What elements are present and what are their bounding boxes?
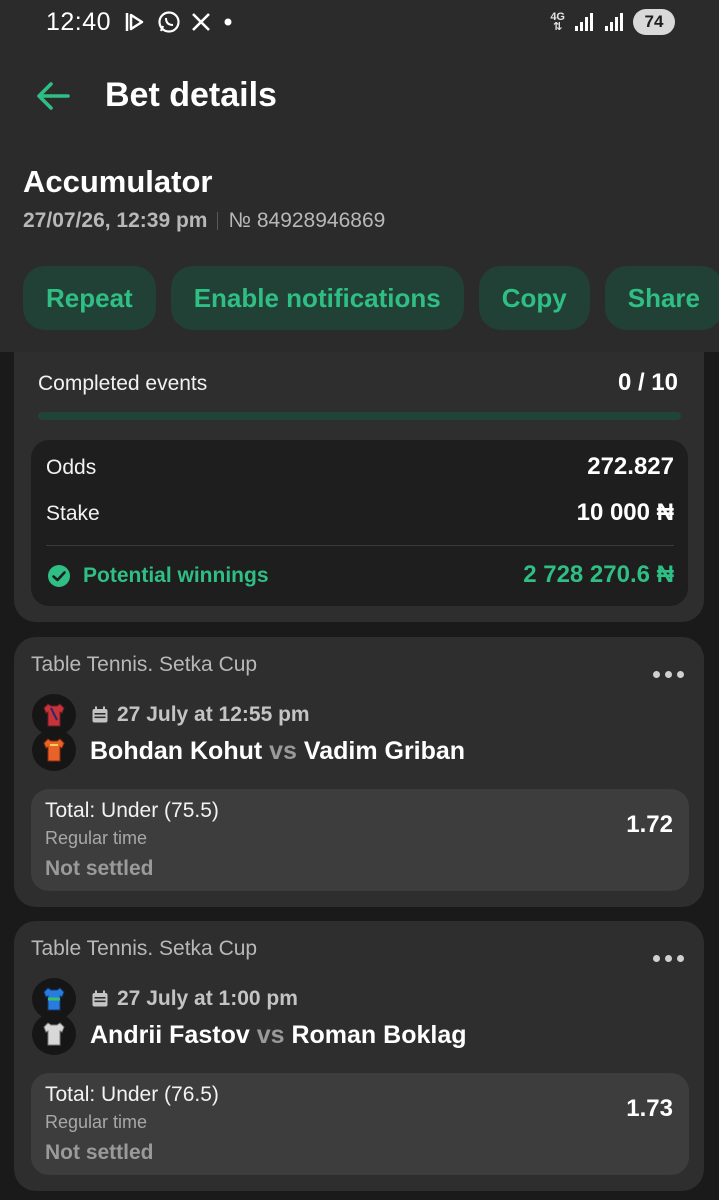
page-title: Bet details (105, 76, 277, 114)
event-date: 27 July at 1:00 pm (91, 987, 298, 1011)
enable-notifications-button[interactable]: Enable notifications (170, 266, 464, 330)
event-date: 27 July at 12:55 pm (91, 703, 310, 727)
app-notification-icon (125, 13, 144, 31)
potential-winnings-value: 2 728 270.6 ₦ (523, 561, 674, 588)
odds-divider (46, 545, 674, 546)
signal-icon-2 (605, 13, 623, 31)
market-name: Total: Under (76.5) (45, 1083, 219, 1106)
event-teams: Andrii Fastov vs Roman Boklag (90, 1021, 467, 1050)
home-team: Andrii Fastov (90, 1021, 250, 1049)
market-box: Total: Under (76.5) Regular time Not set… (31, 1073, 689, 1175)
away-team: Vadim Griban (303, 737, 466, 765)
away-jersey-icon (32, 729, 76, 771)
header-panel: 12:40 4G ⇅ 74 Bet details Accumulator 27… (0, 0, 719, 352)
market-period: Regular time (45, 828, 148, 848)
away-team: Roman Boklag (291, 1021, 467, 1049)
share-button[interactable]: Share (604, 266, 719, 330)
selection-odds: 1.73 (626, 1095, 673, 1122)
selection-odds: 1.72 (626, 811, 673, 838)
bet-number: № 84928946869 (228, 209, 386, 232)
whatsapp-icon (158, 11, 180, 33)
calendar-icon (92, 706, 108, 723)
network-type-label: 4G (550, 11, 565, 23)
stake-value: 10 000 ₦ (576, 499, 674, 526)
event-date-text: 27 July at 1:00 pm (117, 987, 298, 1010)
odds-value: 272.827 (587, 453, 674, 480)
settlement-status: Not settled (45, 857, 154, 880)
more-options-icon[interactable] (653, 955, 684, 962)
market-box: Total: Under (75.5) Regular time Not set… (31, 789, 689, 891)
copy-button[interactable]: Copy (478, 266, 590, 330)
event-card[interactable]: Table Tennis. Setka Cup 27 July at 1:00 … (14, 921, 704, 1191)
market-period: Regular time (45, 1112, 148, 1132)
signal-icon (575, 13, 593, 31)
more-options-icon[interactable] (653, 671, 684, 678)
completed-events-progress (38, 412, 681, 420)
vs-label: vs (256, 1021, 285, 1049)
bet-details-screen: 12:40 4G ⇅ 74 Bet details Accumulator 27… (0, 0, 719, 1200)
calendar-icon (92, 990, 108, 1007)
home-team: Bohdan Kohut (90, 737, 263, 765)
bet-summary-card: Completed events 0 / 10 Odds 272.827 Sta… (14, 352, 704, 622)
settlement-status: Not settled (45, 1141, 154, 1164)
market-name: Total: Under (75.5) (45, 799, 219, 822)
potential-winnings-row: Potential winnings (47, 564, 269, 588)
odds-box: Odds 272.827 Stake 10 000 ₦ Potential wi… (31, 440, 688, 606)
odds-label: Odds (46, 456, 97, 479)
event-league: Table Tennis. Setka Cup (31, 937, 258, 960)
repeat-button[interactable]: Repeat (23, 266, 156, 330)
status-bar: 12:40 4G ⇅ 74 (0, 0, 719, 48)
bet-meta: 27/07/26, 12:39 pm № 84928946869 (23, 209, 385, 233)
bet-datetime: 27/07/26, 12:39 pm (23, 209, 208, 232)
action-bar: Repeat Enable notifications Copy Share (23, 266, 719, 330)
event-teams: Bohdan Kohut vs Vadim Griban (90, 737, 465, 766)
away-jersey-icon (32, 1013, 76, 1055)
notification-icons (124, 10, 235, 34)
system-icons: 4G ⇅ 74 (550, 9, 675, 35)
event-league: Table Tennis. Setka Cup (31, 653, 258, 676)
stake-label: Stake (46, 502, 100, 525)
status-time: 12:40 (46, 8, 112, 36)
battery-indicator: 74 (633, 9, 675, 35)
check-circle-icon (48, 565, 70, 587)
completed-events-value: 0 / 10 (617, 369, 678, 396)
potential-winnings-label: Potential winnings (83, 564, 269, 587)
completed-events-label: Completed events (38, 372, 208, 395)
event-card[interactable]: Table Tennis. Setka Cup 27 July at 12:55… (14, 637, 704, 907)
back-arrow-icon[interactable] (34, 78, 72, 114)
network-type: 4G ⇅ (550, 11, 565, 33)
bet-type: Accumulator (23, 164, 213, 199)
vs-label: vs (269, 737, 297, 765)
x-icon (192, 13, 210, 31)
event-date-text: 27 July at 12:55 pm (117, 703, 310, 726)
dot-icon (224, 18, 232, 26)
meta-divider (217, 212, 219, 230)
